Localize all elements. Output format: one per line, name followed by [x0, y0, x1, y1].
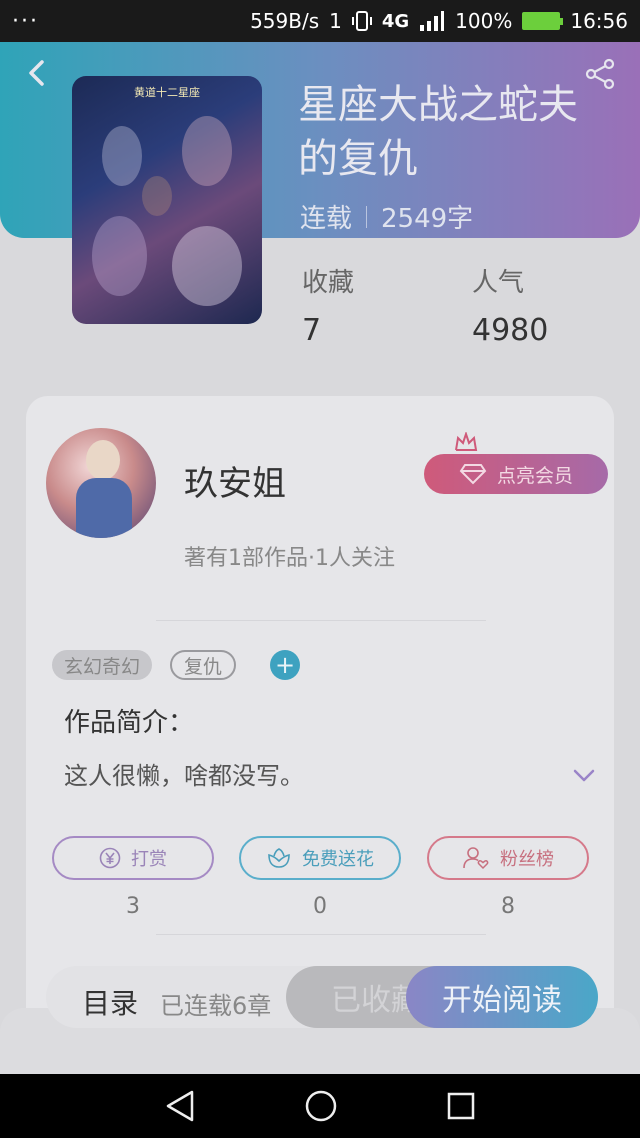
- send-flower-button[interactable]: 免费送花: [239, 836, 401, 880]
- sim-indicator: 1: [329, 9, 342, 33]
- cover-figure: [92, 216, 147, 296]
- chevron-down-icon[interactable]: [572, 768, 596, 784]
- popularity-label: 人气: [472, 268, 525, 298]
- user-heart-icon: [463, 847, 489, 870]
- author-name[interactable]: 玖安姐: [184, 456, 286, 505]
- author-works-info: 著有1部作品·1人关注: [184, 546, 395, 571]
- author-avatar[interactable]: [46, 428, 156, 538]
- cover-figure: [102, 126, 142, 186]
- avatar-face: [86, 440, 120, 480]
- cover-figure: [172, 226, 242, 306]
- book-cover[interactable]: 黄道十二星座: [72, 76, 262, 324]
- vibrate-icon: [351, 11, 372, 31]
- fan-ranking-label: 粉丝榜: [500, 849, 554, 870]
- tag-theme[interactable]: 复仇: [170, 650, 237, 680]
- nav-recents-icon[interactable]: [446, 1091, 476, 1121]
- nav-back-icon[interactable]: [164, 1089, 196, 1123]
- yen-coin-icon: [99, 847, 121, 869]
- book-detail-card: 玖安姐 点亮会员 著有1部作品·1人关注 玄幻奇幻 复仇 + 作品简介： 这人很…: [26, 396, 614, 1056]
- popularity-stat: 人气 4980: [472, 262, 548, 348]
- cover-figure: [142, 176, 172, 216]
- add-tag-button[interactable]: +: [270, 650, 301, 680]
- cover-caption: 黄道十二星座: [134, 86, 200, 99]
- network-speed: 559B/s: [250, 9, 320, 33]
- signal-icon: [420, 11, 445, 31]
- battery-percent: 100%: [455, 9, 513, 33]
- book-title: 星座大战之蛇夫的复仇: [298, 82, 578, 182]
- chapter-count[interactable]: 已连载6章: [160, 986, 271, 1021]
- fan-count: 8: [501, 894, 515, 919]
- divider: [156, 620, 486, 621]
- reward-count: 3: [126, 894, 140, 919]
- word-count: 2549字: [381, 204, 474, 234]
- vip-button-label: 点亮会员: [496, 464, 573, 487]
- status-bar: ··· 559B/s 1 4G 100% 16:56: [0, 0, 640, 42]
- tag-list: 玄幻奇幻 复仇 +: [52, 650, 301, 680]
- start-reading-button[interactable]: 开始阅读: [406, 966, 598, 1028]
- meta-divider: [366, 205, 368, 228]
- vip-member-button[interactable]: 点亮会员: [424, 454, 608, 494]
- cover-figure: [182, 116, 232, 186]
- favorites-label: 收藏: [302, 268, 355, 298]
- book-status: 连载: [300, 204, 353, 234]
- favorites-value: 7: [302, 313, 322, 348]
- crown-icon: [455, 432, 478, 451]
- flower-icon: [268, 848, 290, 868]
- system-navigation-bar: [0, 1074, 640, 1138]
- intro-text: 这人很懒，啥都没写。: [64, 762, 304, 790]
- reward-label: 打赏: [131, 849, 167, 870]
- popularity-value: 4980: [472, 313, 549, 348]
- nav-home-icon[interactable]: [304, 1089, 338, 1123]
- flower-count: 0: [313, 894, 327, 919]
- divider: [156, 934, 486, 935]
- fan-ranking-button[interactable]: 粉丝榜: [427, 836, 589, 880]
- book-meta: 连载 2549字: [300, 198, 473, 235]
- table-of-contents-button[interactable]: 目录: [82, 982, 138, 1022]
- favorites-stat: 收藏 7: [302, 262, 354, 348]
- send-flower-label: 免费送花: [302, 849, 374, 870]
- avatar-body: [76, 478, 132, 538]
- tag-genre[interactable]: 玄幻奇幻: [52, 650, 153, 680]
- reward-button[interactable]: 打赏: [52, 836, 214, 880]
- battery-icon: [522, 12, 564, 30]
- notification-dots: ···: [12, 8, 39, 34]
- network-type: 4G: [381, 10, 410, 32]
- intro-heading: 作品简介：: [64, 708, 195, 738]
- back-arrow-icon[interactable]: [22, 58, 52, 88]
- clock: 16:56: [570, 9, 628, 33]
- diamond-icon: [459, 464, 487, 485]
